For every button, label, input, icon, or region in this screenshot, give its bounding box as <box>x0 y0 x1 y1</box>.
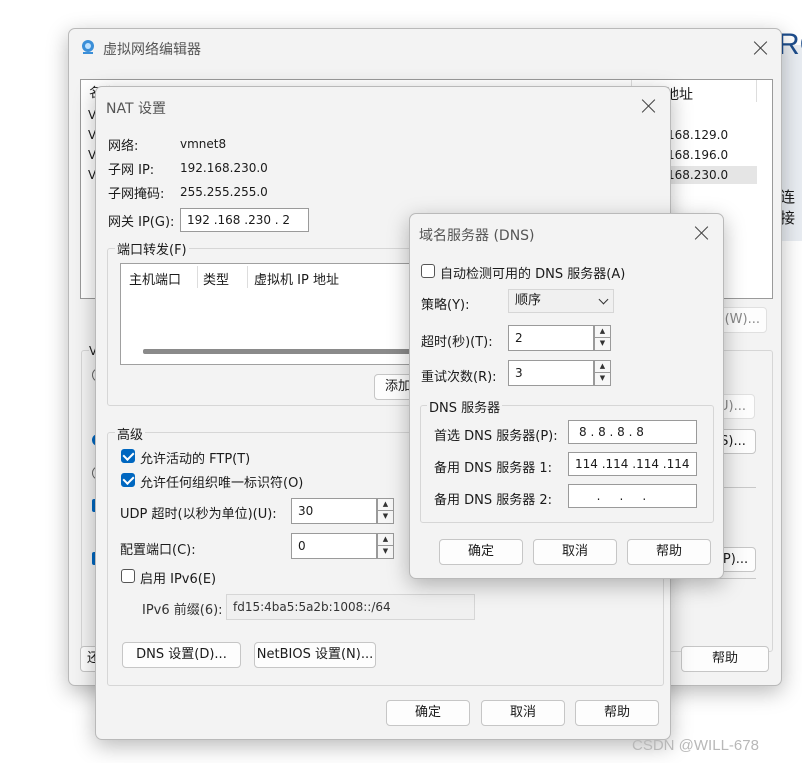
watermark: CSDN @WILL-678 <box>632 737 759 754</box>
column-divider <box>197 266 198 288</box>
allow-ftp-label[interactable]: 允许活动的 FTP(T) <box>140 448 250 467</box>
down-arrow-icon[interactable]: ▼ <box>595 338 610 350</box>
subnet-mask-label: 子网掩码: <box>108 187 165 202</box>
dns-cancel-button[interactable]: 取消 <box>533 539 617 565</box>
dns-settings-button[interactable]: DNS 设置(D)... <box>122 642 241 668</box>
nat-close-icon[interactable] <box>638 95 660 117</box>
pf-column-vm-ip[interactable]: 虚拟机 IP 地址 <box>254 269 339 288</box>
subnet-ip-value: 192.168.230.0 <box>180 161 268 175</box>
udp-timeout-stepper[interactable]: ▲ ▼ <box>377 498 394 524</box>
alt2-dns-field[interactable]: . . . <box>568 484 697 508</box>
up-arrow-icon[interactable]: ▲ <box>595 326 610 338</box>
auto-detect-dns-label[interactable]: 自动检测可用的 DNS 服务器(A) <box>440 263 625 282</box>
config-port-label: 配置端口(C): <box>120 543 196 558</box>
vne-close-icon[interactable] <box>750 37 772 59</box>
subnet-ip-label: 子网 IP: <box>108 163 155 178</box>
enable-ipv6-label[interactable]: 启用 IPv6(E) <box>140 568 216 587</box>
policy-select[interactable]: 顺序 <box>508 289 614 313</box>
column-divider <box>756 80 757 102</box>
nat-help-button[interactable]: 帮助 <box>575 700 659 726</box>
policy-label: 策略(Y): <box>421 298 470 313</box>
allow-oui-label[interactable]: 允许任何组织唯一标识符(O) <box>140 472 303 491</box>
alt2-dns-label: 备用 DNS 服务器 2: <box>434 493 553 508</box>
row-subnet[interactable]: 168.129.0 <box>667 128 728 142</box>
retries-stepper[interactable]: ▲ ▼ <box>594 360 611 386</box>
udp-timeout-label: UDP 超时(以秒为单位)(U): <box>120 507 277 522</box>
row-subnet[interactable]: 168.196.0 <box>667 148 728 162</box>
down-arrow-icon[interactable]: ▼ <box>378 511 393 523</box>
vne-title: 虚拟网络编辑器 <box>103 42 201 58</box>
preferred-dns-label: 首选 DNS 服务器(P): <box>434 429 558 444</box>
background-connect-text: 连接 <box>780 188 796 227</box>
port-forwarding-label: 端口转发(F) <box>115 239 189 258</box>
timeout-label: 超时(秒)(T): <box>421 335 493 350</box>
config-port-field[interactable]: 0 <box>291 533 377 559</box>
down-arrow-icon[interactable]: ▼ <box>595 373 610 385</box>
ipv6-prefix-label: IPv6 前缀(6): <box>142 603 223 618</box>
row-subnet[interactable]: 168.230.0 <box>667 168 728 182</box>
gateway-ip-label: 网关 IP(G): <box>108 215 175 230</box>
timeout-stepper[interactable]: ▲ ▼ <box>594 325 611 351</box>
ipv6-prefix-field[interactable]: fd15:4ba5:5a2b:1008::/64 <box>226 594 475 620</box>
auto-detect-dns-checkbox[interactable] <box>421 264 435 278</box>
network-label: 网络: <box>108 139 139 154</box>
retries-label: 重试次数(R): <box>421 370 497 385</box>
nat-title: NAT 设置 <box>106 101 166 117</box>
enable-ipv6-checkbox[interactable] <box>121 569 135 583</box>
dns-close-icon[interactable] <box>691 222 713 244</box>
up-arrow-icon[interactable]: ▲ <box>378 534 393 546</box>
dns-dialog: 域名服务器 (DNS) 自动检测可用的 DNS 服务器(A) 策略(Y): 顺序… <box>409 213 724 579</box>
up-arrow-icon[interactable]: ▲ <box>378 499 393 511</box>
dns-help-button[interactable]: 帮助 <box>627 539 711 565</box>
retries-field[interactable]: 3 <box>508 360 594 386</box>
udp-timeout-field[interactable]: 30 <box>291 498 377 524</box>
dns-title: 域名服务器 (DNS) <box>419 228 535 244</box>
vmware-network-icon <box>80 39 96 55</box>
allow-oui-checkbox[interactable] <box>121 473 135 487</box>
nat-cancel-button[interactable]: 取消 <box>481 700 565 726</box>
subnet-mask-value: 255.255.255.0 <box>180 185 268 199</box>
column-divider <box>247 266 248 288</box>
alt1-dns-label: 备用 DNS 服务器 1: <box>434 461 553 476</box>
nat-ok-button[interactable]: 确定 <box>386 700 470 726</box>
netbios-settings-button[interactable]: NetBIOS 设置(N)... <box>254 642 376 668</box>
dns-servers-group-label: DNS 服务器 <box>427 397 503 416</box>
dns-ok-button[interactable]: 确定 <box>439 539 523 565</box>
config-port-stepper[interactable]: ▲ ▼ <box>377 533 394 559</box>
network-value: vmnet8 <box>180 137 227 151</box>
port-forwarding-table: 主机端口 类型 虚拟机 IP 地址 <box>120 263 452 365</box>
preferred-dns-field[interactable]: 8 . 8 . 8 . 8 <box>568 420 697 444</box>
down-arrow-icon[interactable]: ▼ <box>378 546 393 558</box>
alt1-dns-field[interactable]: 114 .114 .114 .114 <box>568 452 697 476</box>
gateway-ip-field[interactable]: 192 .168 .230 . 2 <box>180 208 309 232</box>
horizontal-scrollbar[interactable] <box>143 349 443 354</box>
timeout-field[interactable]: 2 <box>508 325 594 351</box>
advanced-label: 高级 <box>115 424 146 443</box>
up-arrow-icon[interactable]: ▲ <box>595 361 610 373</box>
pf-column-type[interactable]: 类型 <box>203 269 229 288</box>
pf-column-host-port[interactable]: 主机端口 <box>129 269 181 288</box>
allow-ftp-checkbox[interactable] <box>121 449 135 463</box>
vne-help-button[interactable]: 帮助 <box>681 646 769 672</box>
